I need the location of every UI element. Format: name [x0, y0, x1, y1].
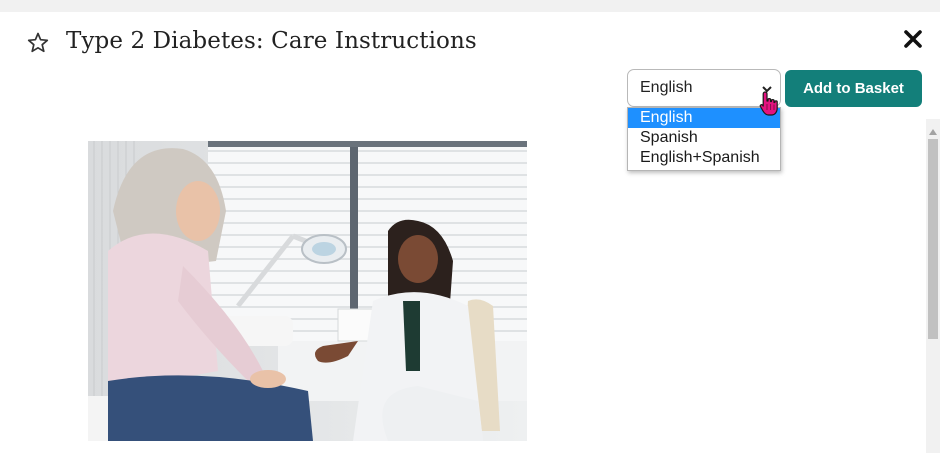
add-to-basket-button[interactable]: Add to Basket — [785, 70, 922, 107]
language-select-value: English — [640, 79, 693, 96]
hand-pointer-cursor-icon — [758, 90, 780, 118]
star-outline-icon[interactable] — [26, 31, 50, 55]
scroll-up-arrow-icon[interactable] — [929, 122, 937, 135]
close-icon[interactable] — [902, 28, 924, 50]
vertical-scrollbar[interactable] — [926, 119, 940, 453]
doctor-patient-consultation-photo — [88, 141, 527, 441]
page-title: Type 2 Diabetes: Care Instructions — [66, 28, 477, 54]
language-option-english-spanish[interactable]: English+Spanish — [628, 148, 780, 168]
language-option-spanish[interactable]: Spanish — [628, 128, 780, 148]
scrollbar-thumb[interactable] — [928, 139, 938, 339]
care-instructions-dialog: Type 2 Diabetes: Care Instructions Engli… — [0, 12, 940, 453]
